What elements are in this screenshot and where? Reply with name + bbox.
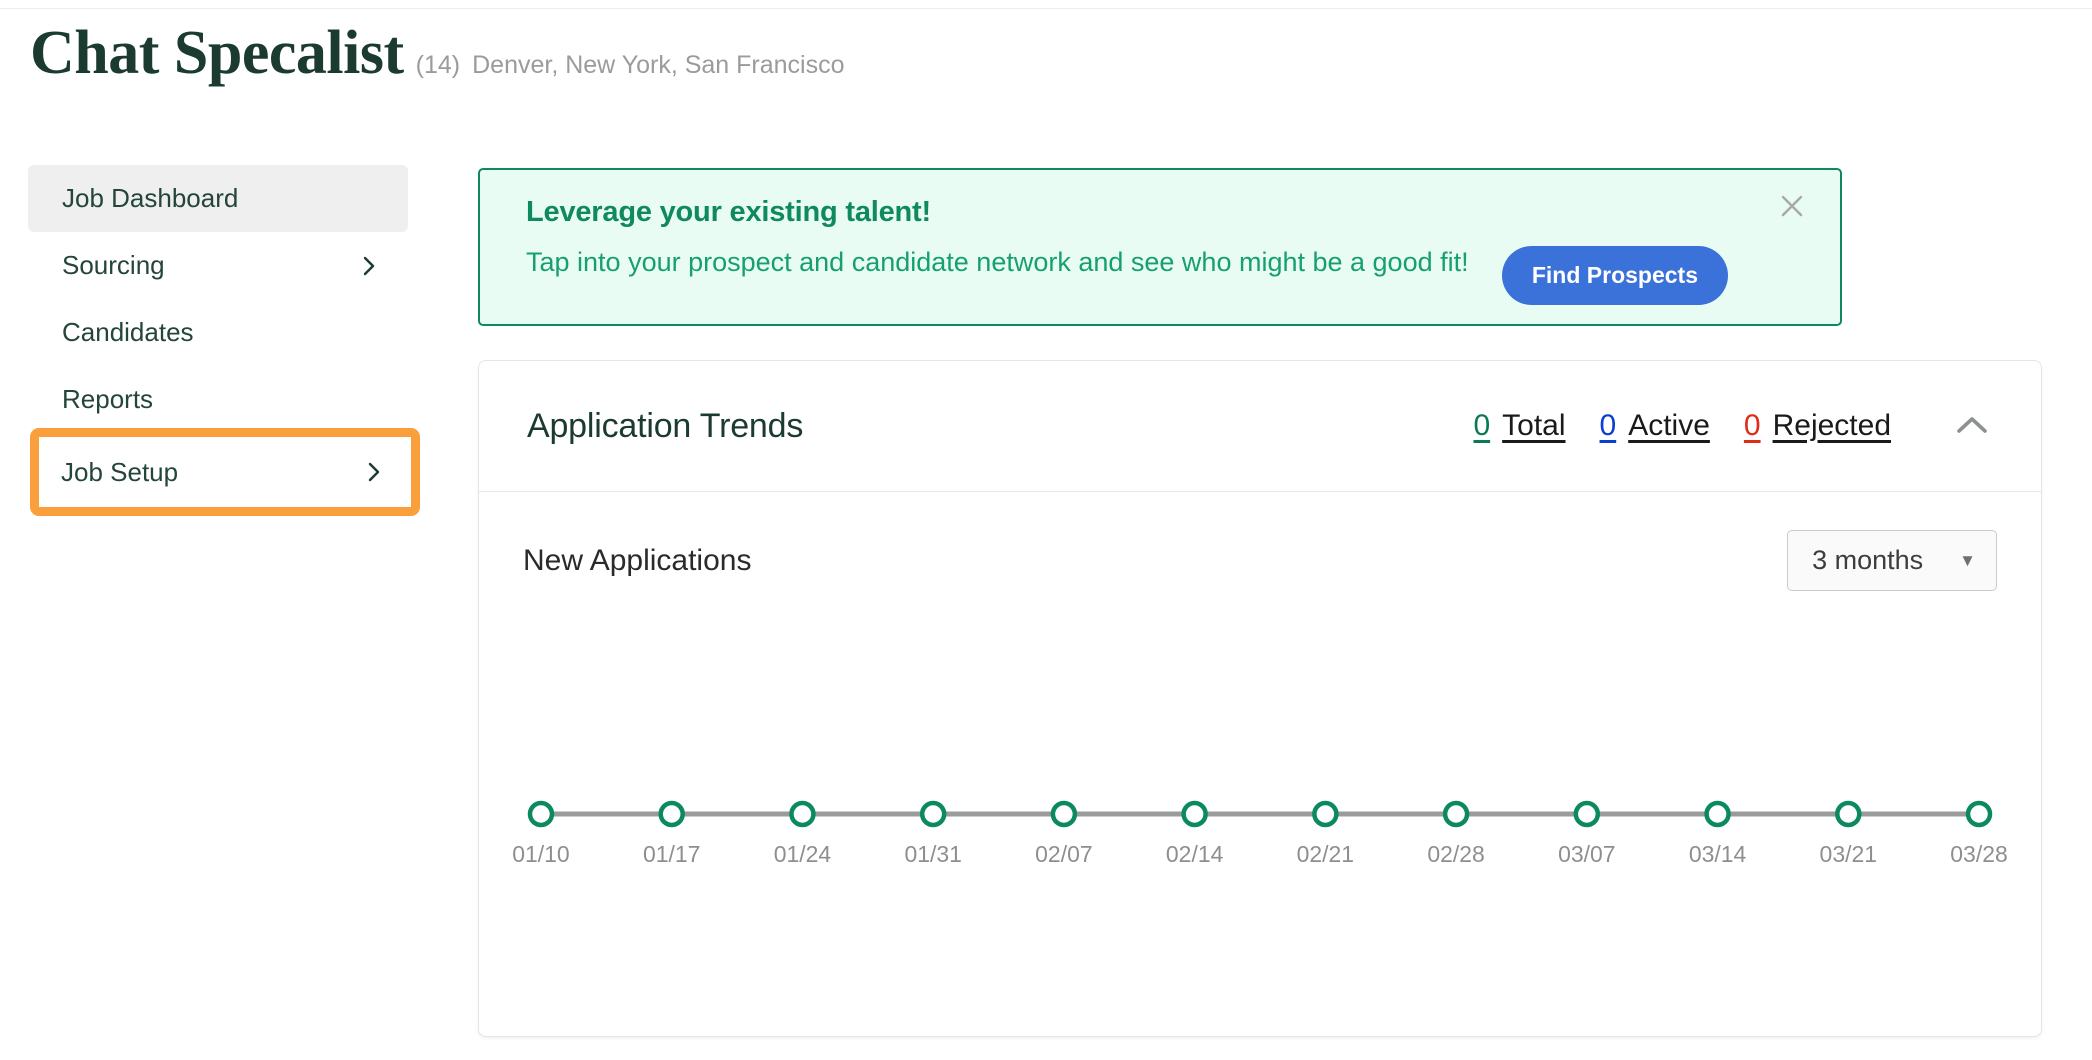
chart-data-point[interactable] [658,800,685,828]
sidebar-item-candidates[interactable]: Candidates [28,299,408,366]
job-count: (14) [415,51,461,79]
sidebar-item-label: Reports [62,384,154,414]
chart-subtitle: New Applications [523,543,752,577]
chart-svg: 01/10 01/17 01/24 01/31 02/07 02/14 02/21 02/28… [512,800,2008,867]
x-axis-tick-label: 03/21 [1820,841,1877,867]
top-divider [0,8,2092,9]
chart-data-point[interactable] [1965,800,1993,828]
page-title: Chat Specalist [30,19,404,87]
chart-data-point[interactable] [1442,800,1470,828]
main-content: Leverage your existing talent! Tap into … [478,168,2042,1037]
stat-total-label: Total [1502,409,1566,442]
card-header: Application Trends 0 Total 0 Active 0 Re… [479,361,2041,492]
x-axis-tick-label: 03/28 [1950,841,2007,867]
card-title: Application Trends [527,406,804,445]
x-axis-tick-label: 03/14 [1689,841,1747,867]
stat-active[interactable]: 0 Active [1600,409,1710,443]
x-axis-tick-label: 02/07 [1035,841,1092,867]
stats-group: 0 Total 0 Active 0 Rejected [1473,403,1995,449]
chevron-down-icon: ▼ [1959,551,1976,570]
sidebar-item-label: Candidates [62,317,194,347]
time-range-select[interactable]: 3 months ▼ [1787,530,1997,591]
sidebar-item-label: Job Dashboard [62,183,239,213]
chart-data-point[interactable] [1050,800,1078,828]
chart-data-point[interactable] [789,800,816,828]
sidebar-item-job-dashboard[interactable]: Job Dashboard [28,165,408,232]
new-applications-chart: 01/10 01/17 01/24 01/31 02/07 02/14 02/21 02/28… [512,662,2008,992]
stat-total-value: 0 [1473,409,1491,442]
chart-body: New Applications 3 months ▼ 01/10 01/17 01… [479,492,2041,1036]
x-axis-tick-label: 01/31 [904,841,961,867]
x-axis-tick-label: 02/14 [1166,841,1224,867]
stat-rejected[interactable]: 0 Rejected [1744,409,1891,443]
sidebar-item-sourcing[interactable]: Sourcing [28,232,408,299]
chevron-up-icon[interactable] [1949,403,1995,449]
sidebar-item-reports[interactable]: Reports [28,366,408,433]
chevron-right-icon [363,461,385,483]
x-axis-tick-label: 02/21 [1297,841,1354,867]
x-axis-tick-label: 01/24 [774,841,832,867]
promo-banner: Leverage your existing talent! Tap into … [478,168,1842,326]
stat-rejected-value: 0 [1743,409,1761,442]
application-trends-card: Application Trends 0 Total 0 Active 0 Re… [478,360,2042,1037]
x-axis-tick-label: 01/17 [643,841,700,867]
chart-data-point[interactable] [1835,800,1862,828]
sidebar-item-label: Sourcing [62,250,165,280]
stat-rejected-label: Rejected [1772,409,1891,442]
sidebar-item-job-setup-highlight: Job Setup [30,428,420,516]
chevron-right-icon [358,255,380,277]
stat-active-value: 0 [1599,409,1617,442]
sidebar-nav: Job Dashboard Sourcing Candidates Report… [28,165,408,433]
chart-data-point[interactable] [527,800,555,828]
sidebar-item-label: Job Setup [61,456,179,487]
stat-active-label: Active [1628,409,1710,442]
chart-data-point[interactable] [1312,800,1339,828]
chart-data-point[interactable] [1573,800,1601,828]
x-axis-tick-label: 02/28 [1427,841,1484,867]
x-axis-tick-label: 03/07 [1558,841,1615,867]
stat-total[interactable]: 0 Total [1473,409,1565,443]
x-axis-tick-label: 01/10 [512,841,569,867]
chart-header: New Applications 3 months ▼ [479,492,2041,591]
job-locations: Denver, New York, San Francisco [472,51,845,79]
chart-data-point[interactable] [1181,800,1208,828]
find-prospects-button[interactable]: Find Prospects [1501,246,1728,305]
chart-data-point[interactable] [1704,800,1731,828]
sidebar-item-job-setup[interactable]: Job Setup [39,437,411,507]
page-header: Chat Specalist (14) Denver, New York, Sa… [30,22,845,84]
time-range-value: 3 months [1812,545,1924,575]
close-icon[interactable] [1770,184,1814,228]
chart-data-point[interactable] [919,800,947,828]
promo-title: Leverage your existing talent! [526,196,931,228]
